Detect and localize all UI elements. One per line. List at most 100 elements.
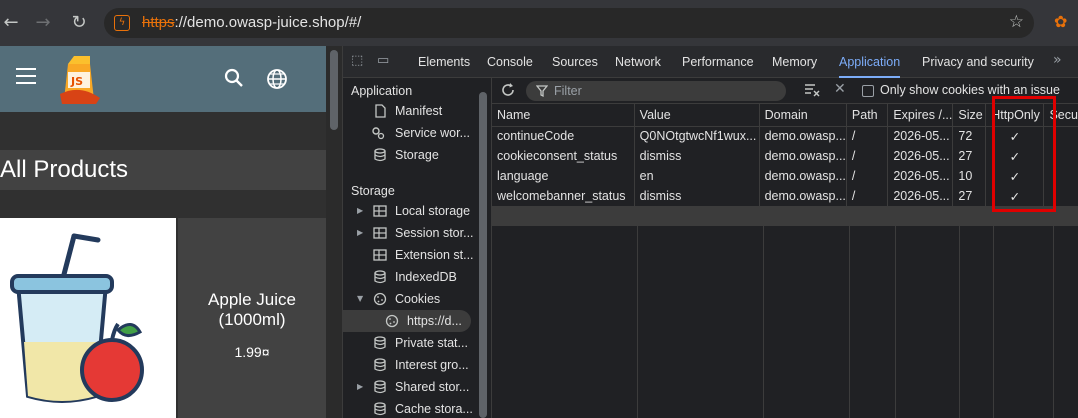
- reload-icon[interactable]: ↻: [68, 12, 90, 34]
- search-icon[interactable]: [224, 68, 244, 88]
- column-divider: [960, 210, 994, 418]
- column-header-expires[interactable]: Expires /...: [887, 104, 954, 127]
- table-row[interactable]: cookieconsent_status dismiss demo.owasp.…: [492, 146, 1078, 166]
- sidebar-section-storage: Storage: [351, 184, 395, 198]
- cookie-name: cookieconsent_status: [492, 146, 635, 166]
- sidebar-item-cookie-origin[interactable]: https://d...: [343, 310, 471, 332]
- devtools-panel: ⬚ ▭ Elements Console Sources Network Per…: [342, 46, 1078, 418]
- tab-console[interactable]: Console: [487, 46, 533, 78]
- tab-memory[interactable]: Memory: [772, 46, 817, 78]
- table-row[interactable]: welcomebanner_status dismiss demo.owasp.…: [492, 186, 1078, 206]
- column-header-size[interactable]: Size: [952, 104, 987, 127]
- tab-sources[interactable]: Sources: [552, 46, 598, 78]
- cookie-icon: [385, 314, 399, 328]
- expand-arrow-icon[interactable]: ▶: [357, 222, 363, 244]
- language-globe-icon[interactable]: [266, 68, 288, 90]
- inspect-element-icon[interactable]: ⬚: [351, 53, 367, 69]
- tab-network[interactable]: Network: [615, 46, 661, 78]
- cookie-expires: 2026-05...: [887, 146, 954, 166]
- column-header-path[interactable]: Path: [846, 104, 889, 127]
- collapse-arrow-icon[interactable]: ▼: [357, 288, 363, 310]
- refresh-icon[interactable]: [500, 82, 516, 98]
- sidebar-item-session-storage[interactable]: ▶ Session stor...: [343, 222, 489, 244]
- expand-arrow-icon[interactable]: ▶: [357, 376, 363, 398]
- column-header-domain[interactable]: Domain: [759, 104, 847, 127]
- sidebar-item-label: Interest gro...: [395, 358, 469, 372]
- table-row[interactable]: continueCode Q0NOtgtwcNf1wux... demo.owa…: [492, 126, 1078, 146]
- column-header-value[interactable]: Value: [634, 104, 760, 127]
- document-icon: [375, 104, 386, 118]
- apple-juice-illustration: [10, 233, 144, 403]
- url-protocol: https: [142, 14, 175, 31]
- filter-icon: [536, 85, 548, 98]
- database-icon: [374, 148, 386, 162]
- product-card-info[interactable]: Apple Juice (1000ml) 1.99¤: [178, 218, 326, 418]
- database-icon: [374, 336, 386, 350]
- database-icon: [374, 270, 386, 284]
- column-divider: [850, 210, 896, 418]
- cookie-size: 27: [952, 146, 987, 166]
- sidebar-item-extension-storage[interactable]: Extension st...: [343, 244, 489, 266]
- cookie-name: continueCode: [492, 126, 635, 146]
- cookie-domain: demo.owasp...: [759, 146, 847, 166]
- cookie-expires: 2026-05...: [887, 166, 954, 186]
- bookmark-star-icon[interactable]: ☆: [1009, 12, 1024, 32]
- sidebar-item-storage[interactable]: Storage: [343, 144, 489, 166]
- page-scrollbar-thumb[interactable]: [330, 50, 338, 130]
- tab-performance[interactable]: Performance: [682, 46, 754, 78]
- sidebar-item-cookies[interactable]: ▼ Cookies: [343, 288, 489, 310]
- delete-selected-icon[interactable]: ✕: [834, 81, 848, 97]
- table-row[interactable]: language en demo.owasp... / 2026-05... 1…: [492, 166, 1078, 186]
- sidebar-item-label: Cache stora...: [395, 402, 473, 416]
- tab-application[interactable]: Application: [839, 46, 901, 78]
- httponly-highlight-box: [992, 96, 1056, 212]
- sidebar-item-label: IndexedDB: [395, 270, 457, 284]
- database-icon: [374, 402, 386, 416]
- sidebar-item-indexeddb[interactable]: IndexedDB: [343, 266, 489, 288]
- browser-toolbar: ← → ↻ ϟ https://demo.owasp-juice.shop/#/…: [0, 0, 1078, 46]
- cookie-path: /: [846, 126, 889, 146]
- device-toolbar-icon[interactable]: ▭: [377, 53, 393, 69]
- cookie-expires: 2026-05...: [887, 126, 954, 146]
- expand-arrow-icon[interactable]: ▶: [357, 200, 363, 222]
- menu-icon[interactable]: [16, 68, 36, 84]
- column-divider: [638, 210, 764, 418]
- svg-text:JS: JS: [70, 75, 83, 88]
- sidebar-item-manifest[interactable]: Manifest: [343, 100, 489, 122]
- forward-icon[interactable]: →: [32, 12, 54, 34]
- cookies-toolbar: Filter ✕ Only show cookies with an issue: [492, 78, 1078, 104]
- sidebar-item-local-storage[interactable]: ▶ Local storage: [343, 200, 489, 222]
- clear-all-icon[interactable]: [804, 82, 820, 98]
- sidebar-item-shared-storage[interactable]: ▶ Shared stor...: [343, 376, 489, 398]
- cookie-value: en: [634, 166, 760, 186]
- address-bar[interactable]: ϟ https://demo.owasp-juice.shop/#/ ☆: [104, 8, 1034, 38]
- sidebar-item-service-workers[interactable]: Service wor...: [343, 122, 489, 144]
- page-scrollbar[interactable]: [326, 46, 342, 418]
- sidebar-scrollbar-thumb[interactable]: [479, 92, 487, 418]
- sidebar-item-cache-storage[interactable]: Cache stora...: [343, 398, 489, 418]
- tab-privacy-security[interactable]: Privacy and security: [922, 46, 1034, 78]
- sidebar-item-private-state-tokens[interactable]: Private stat...: [343, 332, 489, 354]
- product-image[interactable]: [0, 218, 176, 418]
- back-icon[interactable]: ←: [0, 12, 22, 34]
- sidebar-item-label: Private stat...: [395, 336, 468, 350]
- sidebar-scrollbar[interactable]: [477, 78, 489, 418]
- sidebar-item-label: Manifest: [395, 104, 443, 118]
- filter-input[interactable]: Filter: [526, 81, 786, 101]
- cookie-value: dismiss: [634, 146, 760, 166]
- sidebar-item-interest-groups[interactable]: Interest gro...: [343, 354, 489, 376]
- app-toolbar: JS: [0, 46, 326, 112]
- devtools-tab-bar: ⬚ ▭ Elements Console Sources Network Per…: [343, 46, 1078, 78]
- cookie-name: welcomebanner_status: [492, 186, 635, 206]
- table-empty-area: [492, 210, 1078, 418]
- table-icon: [373, 205, 387, 217]
- cookie-extension-icon[interactable]: ✿: [1054, 12, 1067, 31]
- product-price: 1.99¤: [234, 344, 270, 360]
- juice-shop-logo[interactable]: JS: [60, 54, 102, 106]
- tab-elements[interactable]: Elements: [418, 46, 470, 78]
- sidebar-item-label: Service wor...: [395, 126, 471, 140]
- more-tabs-icon[interactable]: »: [1053, 52, 1062, 68]
- only-issues-checkbox[interactable]: [862, 85, 874, 97]
- site-info-icon[interactable]: ϟ: [114, 15, 130, 31]
- column-header-name[interactable]: Name: [492, 104, 635, 127]
